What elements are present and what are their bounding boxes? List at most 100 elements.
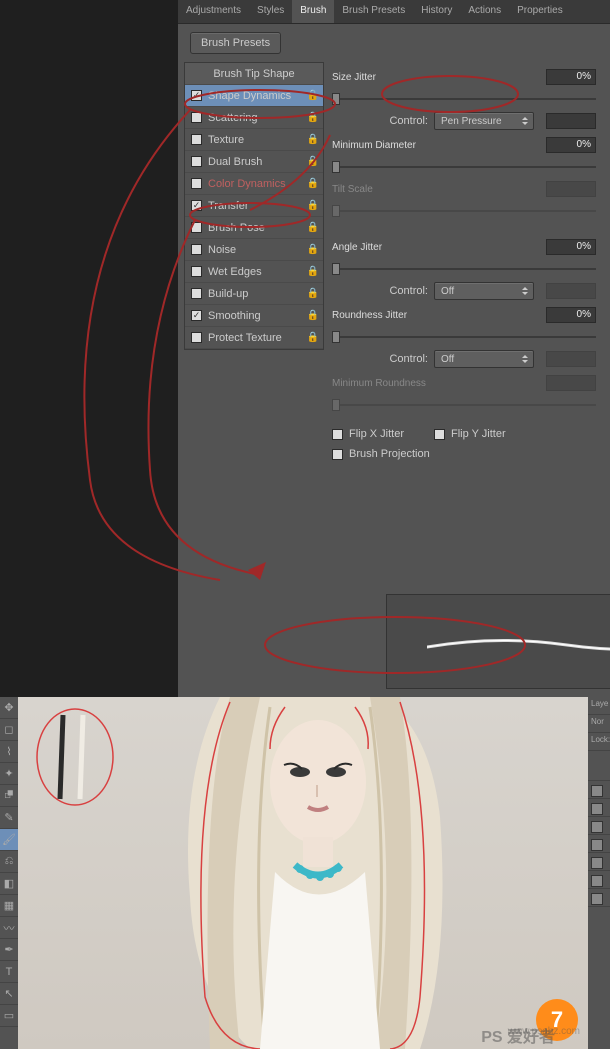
scattering-checkbox[interactable] (191, 112, 202, 123)
lock-icon[interactable]: 🔒 (307, 156, 319, 167)
lock-icon[interactable]: 🔒 (307, 200, 319, 211)
dual-brush-checkbox[interactable] (191, 156, 202, 167)
blur-tool-icon[interactable]: 〰 (0, 917, 18, 939)
build-up-checkbox[interactable] (191, 288, 202, 299)
roundness-control-dropdown[interactable]: Off (434, 350, 534, 368)
flip-x-jitter-checkbox[interactable] (332, 429, 343, 440)
color-dynamics[interactable]: Color Dynamics🔒 (185, 173, 323, 195)
build-up[interactable]: Build-up 🔒 (185, 283, 323, 305)
path-tool-icon[interactable]: ↖ (0, 983, 18, 1005)
color-dynamics-checkbox[interactable] (191, 178, 202, 189)
brush-presets-button[interactable]: Brush Presets (190, 32, 281, 54)
lock-icon[interactable]: 🔒 (307, 112, 319, 123)
shape-dynamics[interactable]: ✓Shape Dynamics🔒 (185, 85, 323, 107)
tab-styles[interactable]: Styles (249, 0, 292, 23)
minimum-diameter-value[interactable]: 0% (546, 137, 596, 153)
stamp-tool-icon[interactable]: ⎌ (0, 851, 18, 873)
visibility-toggle-icon[interactable] (591, 875, 603, 887)
wet-edges-label: Wet Edges (208, 266, 262, 278)
slider-thumb[interactable] (332, 93, 340, 105)
control-dropdown-pen-pressure[interactable]: Pen Pressure (434, 112, 534, 130)
roundness-jitter-slider[interactable] (332, 330, 596, 344)
wet-edges[interactable]: Wet Edges 🔒 (185, 261, 323, 283)
wet-edges-checkbox[interactable] (191, 266, 202, 277)
brush-tip-shape[interactable]: Brush Tip Shape (185, 63, 323, 85)
canvas-area (0, 0, 178, 697)
angle-jitter-value[interactable]: 0% (546, 239, 596, 255)
lock-icon[interactable]: 🔒 (307, 244, 319, 255)
blend-mode-dropdown[interactable]: Nor (588, 715, 610, 733)
lock-icon[interactable]: 🔒 (307, 134, 319, 145)
tab-properties[interactable]: Properties (509, 0, 571, 23)
control-value-box[interactable] (546, 113, 596, 129)
size-jitter-slider[interactable] (332, 92, 596, 106)
smoothing-checkbox[interactable]: ✓ (191, 310, 202, 321)
shape-tool-icon[interactable]: ▭ (0, 1005, 18, 1027)
brush-pose-label: Brush Pose (208, 222, 265, 234)
type-tool-icon[interactable]: T (0, 961, 18, 983)
noise[interactable]: Noise🔒 (185, 239, 323, 261)
flip-y-jitter-checkbox[interactable] (434, 429, 445, 440)
visibility-toggle-icon[interactable] (591, 893, 603, 905)
protect-texture[interactable]: Protect Texture🔒 (185, 327, 323, 349)
layers-tab[interactable]: Laye (588, 697, 610, 715)
visibility-toggle-icon[interactable] (591, 857, 603, 869)
tab-adjustments[interactable]: Adjustments (178, 0, 249, 23)
visibility-toggle-icon[interactable] (591, 785, 603, 797)
build-up-label: Build-up (208, 288, 248, 300)
tab-brush[interactable]: Brush (292, 0, 334, 23)
brush-projection-label: Brush Projection (349, 448, 430, 460)
brush-pose[interactable]: Brush Pose 🔒 (185, 217, 323, 239)
visibility-toggle-icon[interactable] (591, 803, 603, 815)
crop-tool-icon[interactable]: ⮻ (0, 785, 18, 807)
transfer-checkbox[interactable]: ✓ (191, 200, 202, 211)
slider-thumb[interactable] (332, 161, 340, 173)
slider-thumb[interactable] (332, 331, 340, 343)
minimum-diameter-slider[interactable] (332, 160, 596, 174)
stroke-samples (35, 707, 115, 817)
noise-checkbox[interactable] (191, 244, 202, 255)
brush-panel: Adjustments Styles Brush Brush Presets H… (178, 0, 610, 697)
lock-icon[interactable]: 🔒 (307, 178, 319, 189)
lasso-tool-icon[interactable]: ⌇ (0, 741, 18, 763)
lock-icon[interactable]: 🔒 (307, 332, 319, 343)
scattering[interactable]: Scattering🔒 (185, 107, 323, 129)
texture-checkbox[interactable] (191, 134, 202, 145)
angle-control-dropdown[interactable]: Off (434, 282, 534, 300)
brush-projection-checkbox[interactable] (332, 449, 343, 460)
pen-tool-icon[interactable]: ✒ (0, 939, 18, 961)
visibility-toggle-icon[interactable] (591, 821, 603, 833)
brush-pose-checkbox[interactable] (191, 222, 202, 233)
lock-icon[interactable]: 🔒 (307, 90, 319, 101)
roundness-control-value-box (546, 351, 596, 367)
eraser-tool-icon[interactable]: ◧ (0, 873, 18, 895)
move-tool-icon[interactable]: ✥ (0, 697, 18, 719)
lock-icon[interactable]: 🔒 (307, 266, 319, 277)
tab-brush-presets[interactable]: Brush Presets (334, 0, 413, 23)
visibility-toggle-icon[interactable] (591, 839, 603, 851)
angle-jitter-slider[interactable] (332, 262, 596, 276)
shape-dynamics-checkbox[interactable]: ✓ (191, 90, 202, 101)
tilt-scale-slider (332, 204, 596, 218)
lock-icon[interactable]: 🔒 (307, 310, 319, 321)
eyedropper-tool-icon[interactable]: ✎ (0, 807, 18, 829)
document-canvas[interactable]: ✥ ◻ ⌇ ✦ ⮻ ✎ 🖌 ⎌ ◧ ▦ 〰 ✒ T ↖ ▭ (0, 697, 610, 1049)
roundness-jitter-value[interactable]: 0% (546, 307, 596, 323)
texture[interactable]: Texture🔒 (185, 129, 323, 151)
lock-icon[interactable]: 🔒 (307, 288, 319, 299)
tab-history[interactable]: History (413, 0, 460, 23)
brush-tool-icon[interactable]: 🖌 (0, 829, 18, 851)
slider-thumb (332, 205, 340, 217)
lock-row: Lock: (588, 733, 610, 751)
protect-texture-checkbox[interactable] (191, 332, 202, 343)
dual-brush[interactable]: Dual Brush🔒 (185, 151, 323, 173)
transfer[interactable]: ✓Transfer🔒 (185, 195, 323, 217)
tab-actions[interactable]: Actions (460, 0, 509, 23)
smoothing[interactable]: ✓Smoothing🔒 (185, 305, 323, 327)
wand-tool-icon[interactable]: ✦ (0, 763, 18, 785)
slider-thumb[interactable] (332, 263, 340, 275)
size-jitter-value[interactable]: 0% (546, 69, 596, 85)
gradient-tool-icon[interactable]: ▦ (0, 895, 18, 917)
marquee-tool-icon[interactable]: ◻ (0, 719, 18, 741)
lock-icon[interactable]: 🔒 (307, 222, 319, 233)
